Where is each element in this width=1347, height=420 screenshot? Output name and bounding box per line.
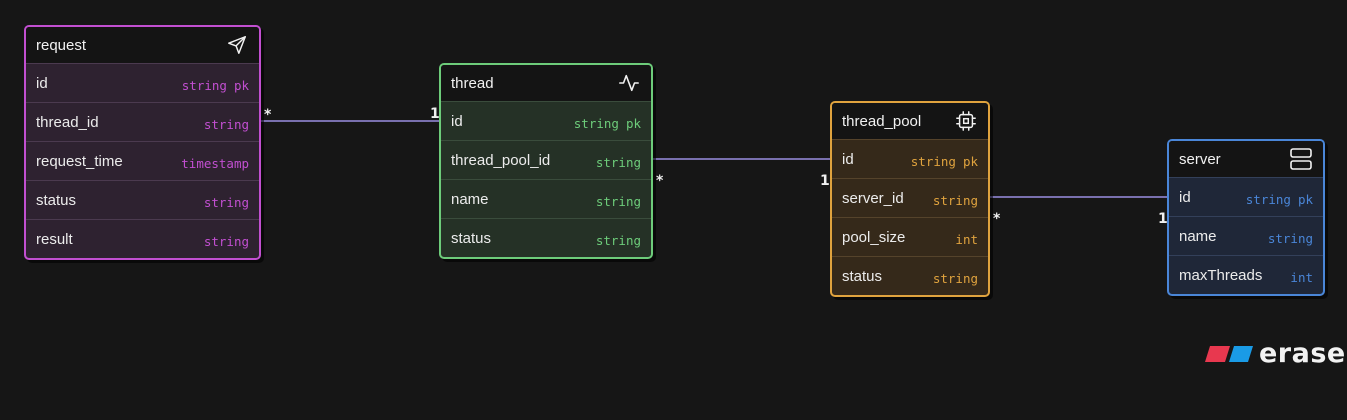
field-name: status [451, 229, 492, 247]
entity-thread-pool[interactable]: thread_pool id string pk server_id string… [830, 101, 990, 297]
primary-key-badge: pk [1297, 191, 1313, 207]
field-name: id [1179, 188, 1191, 206]
field-type: string [203, 116, 249, 132]
field-row-thread-pool-id[interactable]: thread_pool_id string [441, 141, 651, 180]
field-name: id [36, 74, 48, 92]
send-icon [225, 33, 249, 57]
field-row-request-time[interactable]: request_time timestamp [26, 142, 259, 181]
field-row-id[interactable]: id string pk [832, 140, 988, 179]
field-type: string [932, 270, 978, 286]
entity-title: request [36, 36, 87, 54]
field-type: string [203, 194, 249, 210]
cpu-icon [954, 109, 978, 133]
entity-request[interactable]: request id string pk thread_id string req… [24, 25, 261, 260]
field-name: thread_pool_id [451, 151, 551, 169]
primary-key-badge: pk [233, 77, 249, 93]
field-type: string pk [181, 77, 249, 93]
cardinality-many-label: * [264, 107, 272, 123]
entity-header: thread [441, 65, 651, 102]
entity-header: server [1169, 141, 1323, 178]
field-name: pool_size [842, 228, 906, 246]
field-type: string [203, 233, 249, 249]
cardinality-many-label: * [993, 211, 1001, 227]
entity-thread[interactable]: thread id string pk thread_pool_id string… [439, 63, 653, 259]
field-name: status [842, 267, 883, 285]
field-type: string [595, 232, 641, 248]
cardinality-one-label: 1 [430, 106, 440, 122]
field-name: id [842, 150, 854, 168]
field-row-result[interactable]: result string [26, 220, 259, 258]
field-row-status[interactable]: status string [26, 181, 259, 220]
field-type: string pk [1245, 191, 1313, 207]
field-row-status[interactable]: status string [832, 257, 988, 295]
brand-wordmark: eraser [1259, 338, 1347, 369]
field-row-pool-size[interactable]: pool_size int [832, 218, 988, 257]
field-type: int [955, 231, 978, 247]
primary-key-badge: pk [962, 153, 978, 169]
field-row-name[interactable]: name string [1169, 217, 1323, 256]
entity-title: thread_pool [842, 112, 922, 130]
field-name: server_id [842, 189, 904, 207]
field-type: string [1267, 230, 1313, 246]
field-type: string [595, 193, 641, 209]
field-row-thread-id[interactable]: thread_id string [26, 103, 259, 142]
field-type: timestamp [181, 155, 249, 171]
field-name: maxThreads [1179, 266, 1263, 284]
entity-title: server [1179, 150, 1221, 168]
field-row-id[interactable]: id string pk [26, 64, 259, 103]
cardinality-many-label: * [656, 173, 664, 189]
field-row-server-id[interactable]: server_id string [832, 179, 988, 218]
field-name: name [451, 190, 489, 208]
eraser-logo: eraser [1204, 338, 1347, 369]
primary-key-badge: pk [625, 115, 641, 131]
activity-icon [617, 71, 641, 95]
field-name: name [1179, 227, 1217, 245]
entity-header: thread_pool [832, 103, 988, 140]
field-type: string [595, 154, 641, 170]
field-type: string pk [573, 115, 641, 131]
cardinality-one-label: 1 [1158, 211, 1168, 227]
field-row-status[interactable]: status string [441, 219, 651, 257]
entity-header: request [26, 27, 259, 64]
field-type: int [1290, 269, 1313, 285]
field-row-id[interactable]: id string pk [1169, 178, 1323, 217]
entity-server[interactable]: server id string pk name string maxThread… [1167, 139, 1325, 296]
field-row-id[interactable]: id string pk [441, 102, 651, 141]
field-name: thread_id [36, 113, 99, 131]
field-name: result [36, 230, 73, 248]
eraser-logo-icon [1205, 345, 1253, 362]
field-name: status [36, 191, 77, 209]
field-type: string [932, 192, 978, 208]
field-row-name[interactable]: name string [441, 180, 651, 219]
server-icon [1289, 147, 1313, 171]
entity-title: thread [451, 74, 494, 92]
field-name: id [451, 112, 463, 130]
field-name: request_time [36, 152, 123, 170]
field-type: string pk [910, 153, 978, 169]
cardinality-one-label: 1 [820, 173, 830, 189]
field-row-max-threads[interactable]: maxThreads int [1169, 256, 1323, 294]
